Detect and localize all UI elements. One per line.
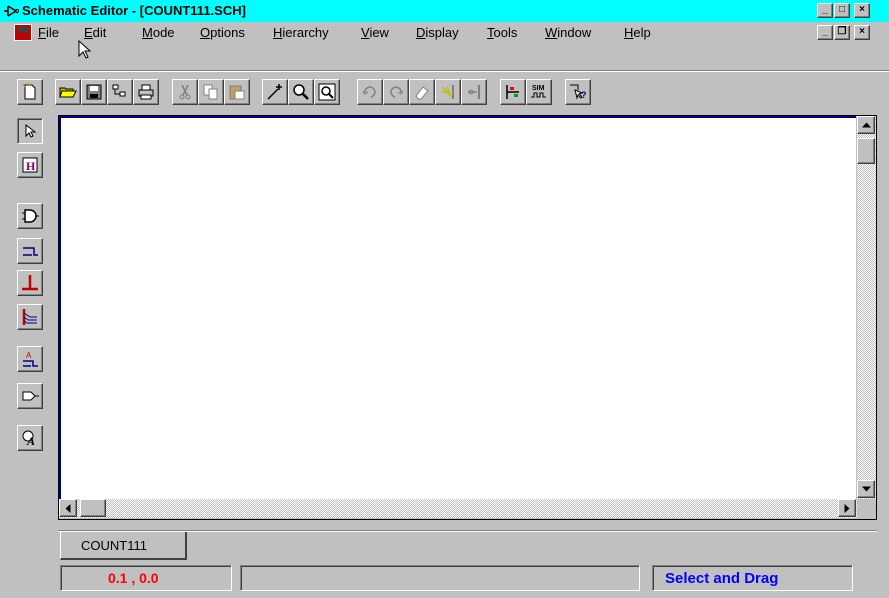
erase-icon[interactable] bbox=[409, 79, 435, 105]
new-icon[interactable] bbox=[17, 79, 43, 105]
zoom-area-icon[interactable] bbox=[314, 79, 340, 105]
minimize-button[interactable]: _ bbox=[817, 3, 833, 18]
svg-text:H: H bbox=[26, 159, 36, 173]
help-pointer-icon[interactable]: ? bbox=[565, 79, 591, 105]
print-icon[interactable] bbox=[133, 79, 159, 105]
net-label-icon[interactable]: A bbox=[17, 346, 43, 372]
window-title: Schematic Editor - [COUNT111.SCH] bbox=[22, 3, 246, 18]
title-bar: Schematic Editor - [COUNT111.SCH] _ □ × bbox=[0, 0, 889, 22]
junction-icon[interactable] bbox=[17, 270, 43, 296]
paste-icon[interactable] bbox=[224, 79, 250, 105]
open-icon[interactable] bbox=[55, 79, 81, 105]
copy-icon[interactable] bbox=[198, 79, 224, 105]
menu-mode[interactable]: Mode bbox=[142, 25, 175, 40]
menu-options[interactable]: Options bbox=[200, 25, 245, 40]
scroll-right-button[interactable] bbox=[838, 499, 856, 517]
scroll-left-button[interactable] bbox=[59, 499, 77, 517]
document-icon[interactable] bbox=[14, 24, 32, 41]
io-marker-icon[interactable] bbox=[17, 383, 43, 409]
app-icon bbox=[4, 5, 19, 17]
menu-view[interactable]: View bbox=[361, 25, 389, 40]
schematic-canvas[interactable] bbox=[59, 116, 856, 499]
menu-display[interactable]: Display bbox=[416, 25, 459, 40]
scroll-down-button[interactable] bbox=[857, 480, 875, 498]
zoom-icon[interactable] bbox=[288, 79, 314, 105]
hierarchy-h-icon[interactable]: H bbox=[17, 152, 43, 178]
bus-icon[interactable] bbox=[17, 304, 43, 330]
sim-icon[interactable]: SIM bbox=[526, 79, 552, 105]
net-icon[interactable] bbox=[17, 238, 43, 264]
menu-hierarchy[interactable]: Hierarchy bbox=[273, 25, 329, 40]
mouse-cursor-icon bbox=[78, 40, 92, 59]
svg-text:A: A bbox=[26, 434, 35, 447]
maximize-button[interactable]: □ bbox=[834, 3, 850, 18]
menu-file[interactable]: File bbox=[38, 25, 59, 40]
menu-window[interactable]: Window bbox=[545, 25, 591, 40]
select-icon[interactable] bbox=[17, 118, 43, 144]
cut-icon[interactable] bbox=[172, 79, 198, 105]
add-wire-icon[interactable] bbox=[262, 79, 288, 105]
redo-icon[interactable] bbox=[383, 79, 409, 105]
menu-help[interactable]: Help bbox=[624, 25, 651, 40]
menu-edit[interactable]: Edit bbox=[84, 25, 106, 40]
tab-label: COUNT111 bbox=[81, 538, 147, 553]
save-icon[interactable] bbox=[81, 79, 107, 105]
tab-count111[interactable]: COUNT111 bbox=[60, 532, 187, 560]
vertical-scroll-thumb[interactable] bbox=[857, 138, 875, 164]
mdi-restore-button[interactable]: ❐ bbox=[834, 25, 850, 40]
and-gate-icon[interactable] bbox=[17, 203, 43, 229]
horizontal-scrollbar[interactable] bbox=[59, 499, 857, 518]
mdi-close-button[interactable]: × bbox=[854, 25, 870, 40]
close-button[interactable]: × bbox=[854, 3, 870, 18]
hierarchy-icon[interactable] bbox=[107, 79, 133, 105]
undo-icon[interactable] bbox=[357, 79, 383, 105]
text-icon[interactable]: A bbox=[17, 425, 43, 451]
coordinate-readout: 0.1 , 0.0 bbox=[60, 565, 232, 591]
vertical-scrollbar[interactable] bbox=[857, 116, 876, 499]
svg-text:A: A bbox=[26, 351, 32, 360]
svg-text:SIM: SIM bbox=[532, 85, 545, 92]
mode-text: Select and Drag bbox=[665, 570, 779, 587]
coordinate-text: 0.1 , 0.0 bbox=[108, 570, 159, 586]
netlist-icon[interactable] bbox=[500, 79, 526, 105]
mode-indicator: Select and Drag bbox=[652, 565, 853, 591]
mdi-minimize-button[interactable]: _ bbox=[817, 25, 833, 40]
remove-bus-tap-icon[interactable] bbox=[461, 79, 487, 105]
add-bus-tap-icon[interactable] bbox=[435, 79, 461, 105]
toolbar-separator bbox=[0, 70, 889, 72]
horizontal-scroll-thumb[interactable] bbox=[80, 499, 106, 517]
menu-tools[interactable]: Tools bbox=[487, 25, 517, 40]
status-message bbox=[240, 565, 640, 591]
scroll-corner bbox=[857, 499, 876, 518]
svg-text:?: ? bbox=[581, 90, 587, 100]
scroll-up-button[interactable] bbox=[857, 116, 875, 134]
